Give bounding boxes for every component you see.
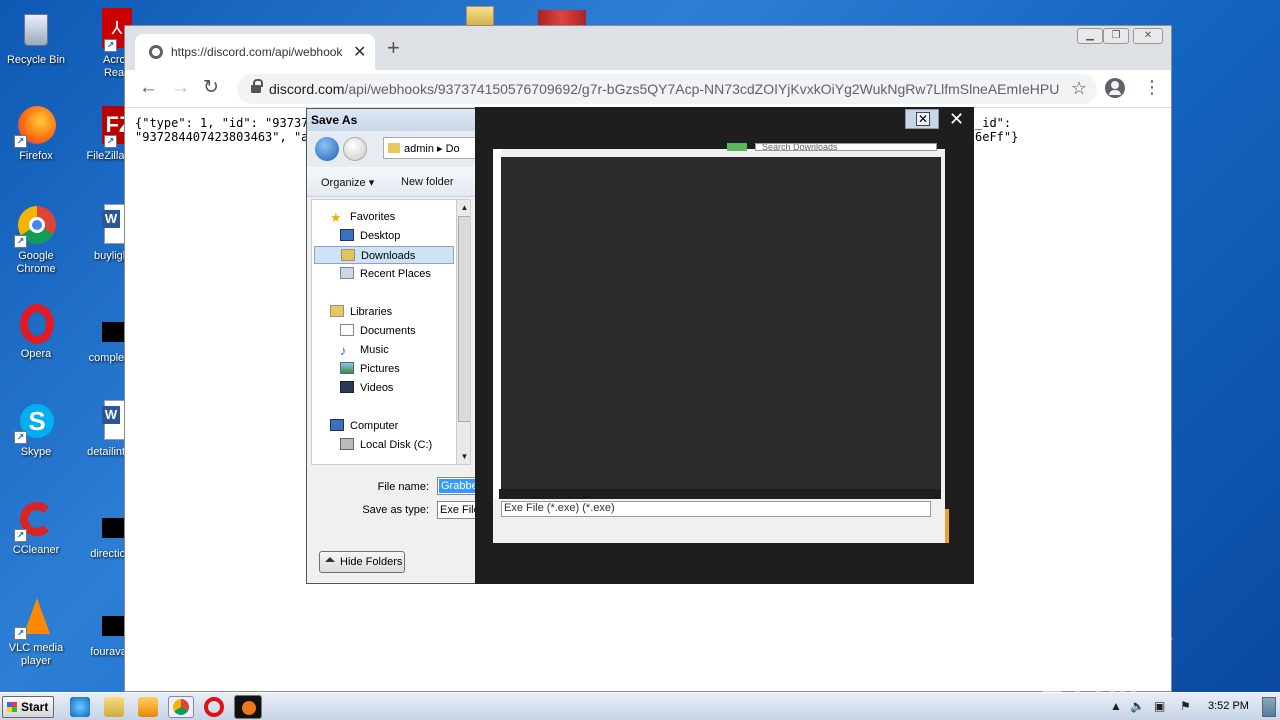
videos-icon xyxy=(340,381,354,393)
media-player-icon[interactable] xyxy=(138,697,158,717)
nav-item-videos[interactable]: Videos xyxy=(340,379,393,397)
overlay-black-panel xyxy=(501,157,941,489)
opera-icon[interactable] xyxy=(204,697,224,717)
nav-item-computer[interactable]: Computer xyxy=(330,417,398,435)
chrome-icon xyxy=(173,699,189,715)
start-button[interactable]: Start xyxy=(2,696,54,718)
scroll-down-icon[interactable]: ▼ xyxy=(458,450,470,464)
nav-item-local-disk[interactable]: Local Disk (C:) xyxy=(340,436,432,454)
unknown-app-button[interactable] xyxy=(234,695,262,719)
close-window-button[interactable]: ✕ xyxy=(1133,28,1163,44)
new-tab-button[interactable]: + xyxy=(387,37,400,59)
show-desktop-button[interactable] xyxy=(1262,697,1276,717)
menu-dots-icon[interactable]: ⋮ xyxy=(1143,78,1161,96)
skype-icon[interactable]: S ↗ Skype xyxy=(0,400,72,459)
local-disk-icon xyxy=(340,438,354,450)
ie-icon[interactable] xyxy=(70,697,90,717)
vlc-icon[interactable]: ↗ VLC media player xyxy=(0,596,72,668)
back-icon[interactable]: ← xyxy=(139,78,158,98)
close-tab-icon[interactable]: ✕ xyxy=(353,42,366,62)
forward-icon[interactable] xyxy=(343,137,367,161)
network-icon[interactable]: ▣ xyxy=(1154,699,1165,713)
overlay-divider xyxy=(499,489,941,499)
winrar-icon[interactable] xyxy=(538,10,586,26)
navigation-pane: ★ Favorites Desktop Downloads Recent Plac… xyxy=(311,199,471,465)
nav-item-music[interactable]: ♪ Music xyxy=(340,341,389,359)
nav-item-libraries[interactable]: Libraries xyxy=(330,303,392,321)
downloads-folder-icon xyxy=(341,249,355,261)
ccleaner-icon[interactable]: ↗ CCleaner xyxy=(0,498,72,557)
nav-item-documents[interactable]: Documents xyxy=(340,322,416,340)
nav-item-desktop[interactable]: Desktop xyxy=(340,227,400,245)
minimize-button[interactable]: ▁ xyxy=(1077,28,1103,44)
maximize-button[interactable]: ❐ xyxy=(1103,28,1129,44)
documents-icon xyxy=(340,324,354,336)
overlay-filetype-field[interactable]: Exe File (*.exe) (*.exe) xyxy=(501,501,931,517)
overlay-close-button[interactable]: ✕ xyxy=(905,109,939,129)
file-name-label: File name: xyxy=(377,481,429,493)
nav-item-pictures[interactable]: Pictures xyxy=(340,360,400,378)
opera-icon[interactable]: Opera xyxy=(0,302,72,361)
browser-tab[interactable]: https://discord.com/api/webhooks/9 ✕ xyxy=(135,34,375,70)
nav-item-recent-places[interactable]: Recent Places xyxy=(340,265,431,283)
new-folder-button[interactable]: New folder xyxy=(401,176,454,188)
overlay-left-strip xyxy=(493,149,501,499)
breadcrumb[interactable]: admin ▸ Do xyxy=(383,137,483,159)
nav-item-downloads[interactable]: Downloads xyxy=(314,246,454,264)
tray-expand-icon[interactable]: ▲ xyxy=(1110,699,1122,713)
close-icon: ✕ xyxy=(916,112,930,126)
address-bar: ← → ↻ discord.com/api/webhooks/937374150… xyxy=(125,70,1171,108)
nav-item-favorites[interactable]: ★ Favorites xyxy=(330,208,395,226)
close-icon[interactable]: ✕ xyxy=(949,109,964,130)
firefox-icon[interactable]: ↗ Firefox xyxy=(0,104,72,163)
clock[interactable]: 3:52 PM xyxy=(1208,700,1249,712)
overlay-accent-bar xyxy=(945,509,949,543)
back-icon[interactable] xyxy=(315,137,339,161)
desktop-icon xyxy=(340,229,354,241)
reload-icon[interactable]: ↻ xyxy=(203,78,219,98)
hide-folders-button[interactable]: Hide Folders xyxy=(319,551,405,573)
scroll-thumb[interactable] xyxy=(458,216,470,422)
scroll-up-icon[interactable]: ▲ xyxy=(458,201,470,215)
save-type-label: Save as type: xyxy=(362,504,429,516)
tab-strip: https://discord.com/api/webhooks/9 ✕ + ▁… xyxy=(125,26,1171,70)
overlay-content: Search Downloads Exe File (*.exe) (*.exe… xyxy=(493,143,945,543)
star-icon: ★ xyxy=(330,210,342,225)
json-response-text-right: _id": 6eFf"} xyxy=(975,116,1019,144)
libraries-icon xyxy=(330,305,344,317)
chrome-taskbar-button[interactable] xyxy=(168,696,194,718)
chrome-icon[interactable]: ↗ Google Chrome xyxy=(0,204,72,276)
forward-icon[interactable]: → xyxy=(171,78,190,98)
recycle-bin-icon[interactable]: Recycle Bin xyxy=(0,8,72,67)
explorer-icon[interactable] xyxy=(104,697,124,717)
moon-icon xyxy=(242,701,256,715)
search-input[interactable]: Search Downloads xyxy=(755,143,937,151)
url-omnibox[interactable]: discord.com/api/webhooks/937374150576709… xyxy=(237,74,1097,104)
go-icon[interactable] xyxy=(727,143,747,151)
account-icon[interactable] xyxy=(1105,78,1125,98)
lock-icon xyxy=(251,79,263,95)
music-icon: ♪ xyxy=(340,343,347,358)
recent-places-icon xyxy=(340,267,354,279)
folder-icon xyxy=(388,143,400,153)
taskbar: Start ▲ 🔈 ▣ ⚑ 3:52 PM xyxy=(0,692,1280,720)
json-response-text: {"type": 1, "id": "93737 "93728440742380… xyxy=(135,116,309,144)
nav-scrollbar[interactable]: ▲ ▼ xyxy=(456,200,470,464)
pictures-icon xyxy=(340,362,354,374)
computer-icon xyxy=(330,419,344,431)
bookmark-star-icon[interactable]: ☆ xyxy=(1071,78,1087,99)
overlay-window: ✕ ✕ Search Downloads Exe File (*.exe) (*… xyxy=(475,107,974,584)
file-name-input[interactable]: Grabbe xyxy=(437,477,480,495)
folder-icon[interactable] xyxy=(466,6,494,26)
play-icon xyxy=(1138,613,1173,665)
volume-icon[interactable]: 🔈 xyxy=(1130,699,1145,713)
organize-button[interactable]: Organize ▾ xyxy=(321,176,374,189)
globe-icon xyxy=(149,45,163,59)
action-center-icon[interactable]: ⚑ xyxy=(1180,699,1191,713)
